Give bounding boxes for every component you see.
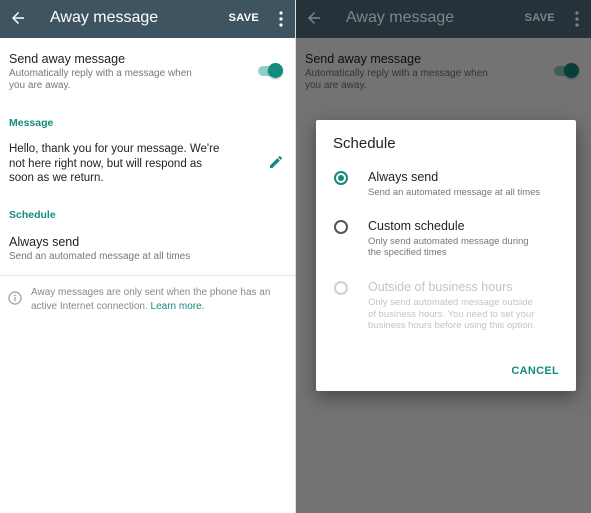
option-subtitle-1: Only send automated message during: [368, 236, 529, 247]
info-line-2: active Internet connection. Learn more.: [31, 300, 276, 314]
save-button[interactable]: SAVE: [229, 12, 259, 24]
learn-more-link[interactable]: Learn more.: [151, 301, 205, 312]
back-arrow-icon: [308, 12, 320, 24]
option-subtitle-1: Only send automated message outside: [368, 297, 533, 308]
option-subtitle-3: business hours before using this option.: [368, 320, 536, 331]
info-icon: [8, 291, 22, 305]
pencil-icon[interactable]: [268, 154, 284, 170]
dialog-title: Schedule: [333, 135, 396, 152]
info-line-2-text: active Internet connection.: [31, 300, 151, 312]
schedule-section-label: Schedule: [9, 209, 56, 221]
message-line-1: Hello, thank you for your message. We're: [9, 143, 220, 155]
message-line-2: not here right now, but will respond as: [9, 157, 203, 170]
app-bar-dimmed: Away message SAVE: [296, 0, 591, 38]
schedule-dialog: Schedule Always send Send an automated m…: [316, 120, 576, 391]
radio-selected-icon[interactable]: [334, 171, 348, 185]
cancel-button[interactable]: CANCEL: [511, 365, 559, 377]
send-away-subtitle-2: you are away.: [9, 80, 71, 91]
schedule-value-subtitle: Send an automated message at all times: [9, 251, 191, 262]
save-button: SAVE: [524, 12, 555, 24]
more-vert-icon: [575, 11, 579, 27]
option-subtitle: Send an automated message at all times: [368, 187, 541, 198]
option-label: Custom schedule: [368, 219, 465, 233]
away-message-screen: Away message SAVE Send away message Auto…: [0, 0, 295, 513]
app-bar: Away message SAVE: [0, 0, 295, 38]
radio-unselected-icon[interactable]: [334, 220, 348, 234]
message-line-3: soon as we return.: [9, 172, 104, 184]
toggle-thumb: [268, 63, 283, 78]
info-line-1: Away messages are only sent when the pho…: [31, 287, 271, 298]
divider: [0, 275, 295, 276]
option-label: Always send: [368, 170, 439, 184]
radio-disabled-icon: [334, 281, 348, 295]
more-vert-icon[interactable]: [279, 11, 283, 27]
send-away-toggle[interactable]: [258, 62, 284, 80]
send-away-subtitle-1: Automatically reply with a message when: [9, 68, 192, 79]
info-note: Away messages are only sent when the pho…: [31, 286, 276, 313]
page-title: Away message: [346, 9, 455, 26]
send-away-title: Send away message: [9, 52, 126, 66]
option-subtitle-2: the specified times: [368, 247, 447, 258]
message-section-label: Message: [9, 117, 54, 129]
option-label: Outside of business hours: [368, 280, 513, 294]
page-title: Away message: [50, 9, 159, 26]
option-subtitle-2: of business hours. You need to set your: [368, 308, 535, 320]
schedule-value: Always send: [9, 235, 80, 249]
schedule-dialog-screen: Away message SAVE Send away message Auto…: [296, 0, 591, 513]
away-message-text[interactable]: Hello, thank you for your message. We're…: [9, 142, 229, 186]
back-arrow-icon[interactable]: [9, 9, 27, 27]
